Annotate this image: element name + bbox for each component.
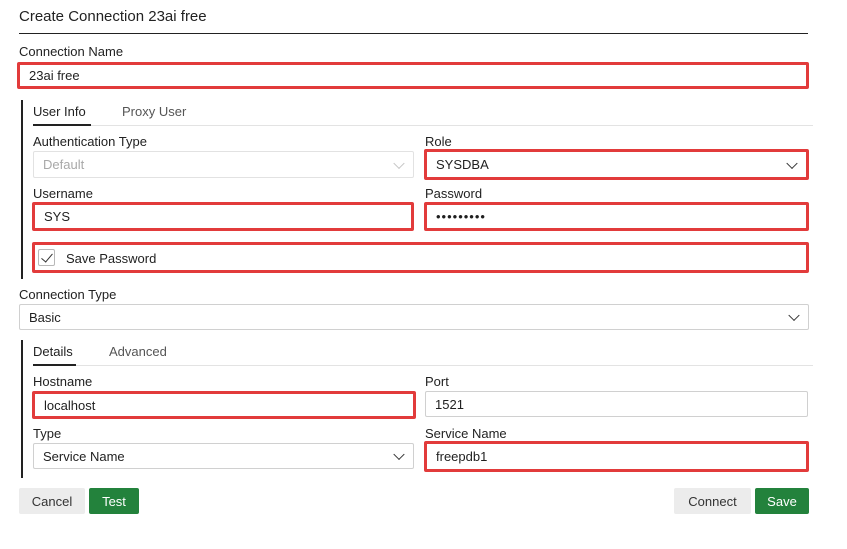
role-select[interactable]: SYSDBA <box>424 149 809 180</box>
username-value: SYS <box>44 209 71 224</box>
test-button[interactable]: Test <box>89 488 139 514</box>
save-button[interactable]: Save <box>755 488 809 514</box>
password-input[interactable]: ••••••••• <box>424 202 809 231</box>
port-input[interactable]: 1521 <box>425 391 808 417</box>
details-tabs-divider <box>76 365 813 366</box>
tab-details-underline <box>33 364 76 366</box>
cancel-button[interactable]: Cancel <box>19 488 85 514</box>
connection-type-select[interactable]: Basic <box>19 304 809 330</box>
dialog-title: Create Connection 23ai free <box>19 8 207 25</box>
port-label: Port <box>425 374 449 389</box>
chevron-down-icon <box>786 157 798 169</box>
role-value: SYSDBA <box>436 157 489 172</box>
service-name-label: Service Name <box>425 426 507 441</box>
type-select[interactable]: Service Name <box>33 443 414 469</box>
checkmark-icon <box>41 250 53 263</box>
role-label: Role <box>425 134 452 149</box>
service-name-input[interactable]: freepdb1 <box>424 441 809 472</box>
connection-name-label: Connection Name <box>19 44 124 59</box>
chevron-down-icon <box>393 157 405 169</box>
port-value: 1521 <box>435 396 464 412</box>
password-value: ••••••••• <box>436 209 486 224</box>
auth-type-select[interactable]: Default <box>33 151 414 178</box>
username-label: Username <box>33 186 93 201</box>
connection-type-label: Connection Type <box>19 287 117 302</box>
connection-name-input[interactable]: 23ai free <box>17 62 809 89</box>
save-password-checkbox[interactable] <box>38 249 55 266</box>
username-input[interactable]: SYS <box>32 202 414 231</box>
hostname-value: localhost <box>44 397 96 413</box>
tab-user-info-underline <box>33 124 91 126</box>
tab-advanced[interactable]: Advanced <box>109 344 167 359</box>
chevron-down-icon <box>788 309 800 322</box>
chevron-down-icon <box>393 448 405 461</box>
user-section-bar <box>21 100 23 279</box>
type-value: Service Name <box>43 448 125 464</box>
tab-user-info[interactable]: User Info <box>33 104 86 119</box>
save-password-label: Save Password <box>66 251 157 266</box>
connection-name-value: 23ai free <box>29 68 80 83</box>
connection-type-value: Basic <box>29 309 61 325</box>
auth-type-label: Authentication Type <box>33 134 147 149</box>
hostname-input[interactable]: localhost <box>32 391 416 419</box>
type-label: Type <box>33 426 62 441</box>
details-section-bar <box>21 340 23 478</box>
tab-details[interactable]: Details <box>33 344 73 359</box>
user-tabs-divider <box>91 125 813 126</box>
hostname-label: Hostname <box>33 374 93 389</box>
tab-proxy-user[interactable]: Proxy User <box>122 104 186 119</box>
title-divider <box>19 33 808 34</box>
service-name-value: freepdb1 <box>436 449 488 464</box>
auth-type-value: Default <box>43 157 85 172</box>
password-label: Password <box>425 186 483 201</box>
connect-button[interactable]: Connect <box>674 488 751 514</box>
